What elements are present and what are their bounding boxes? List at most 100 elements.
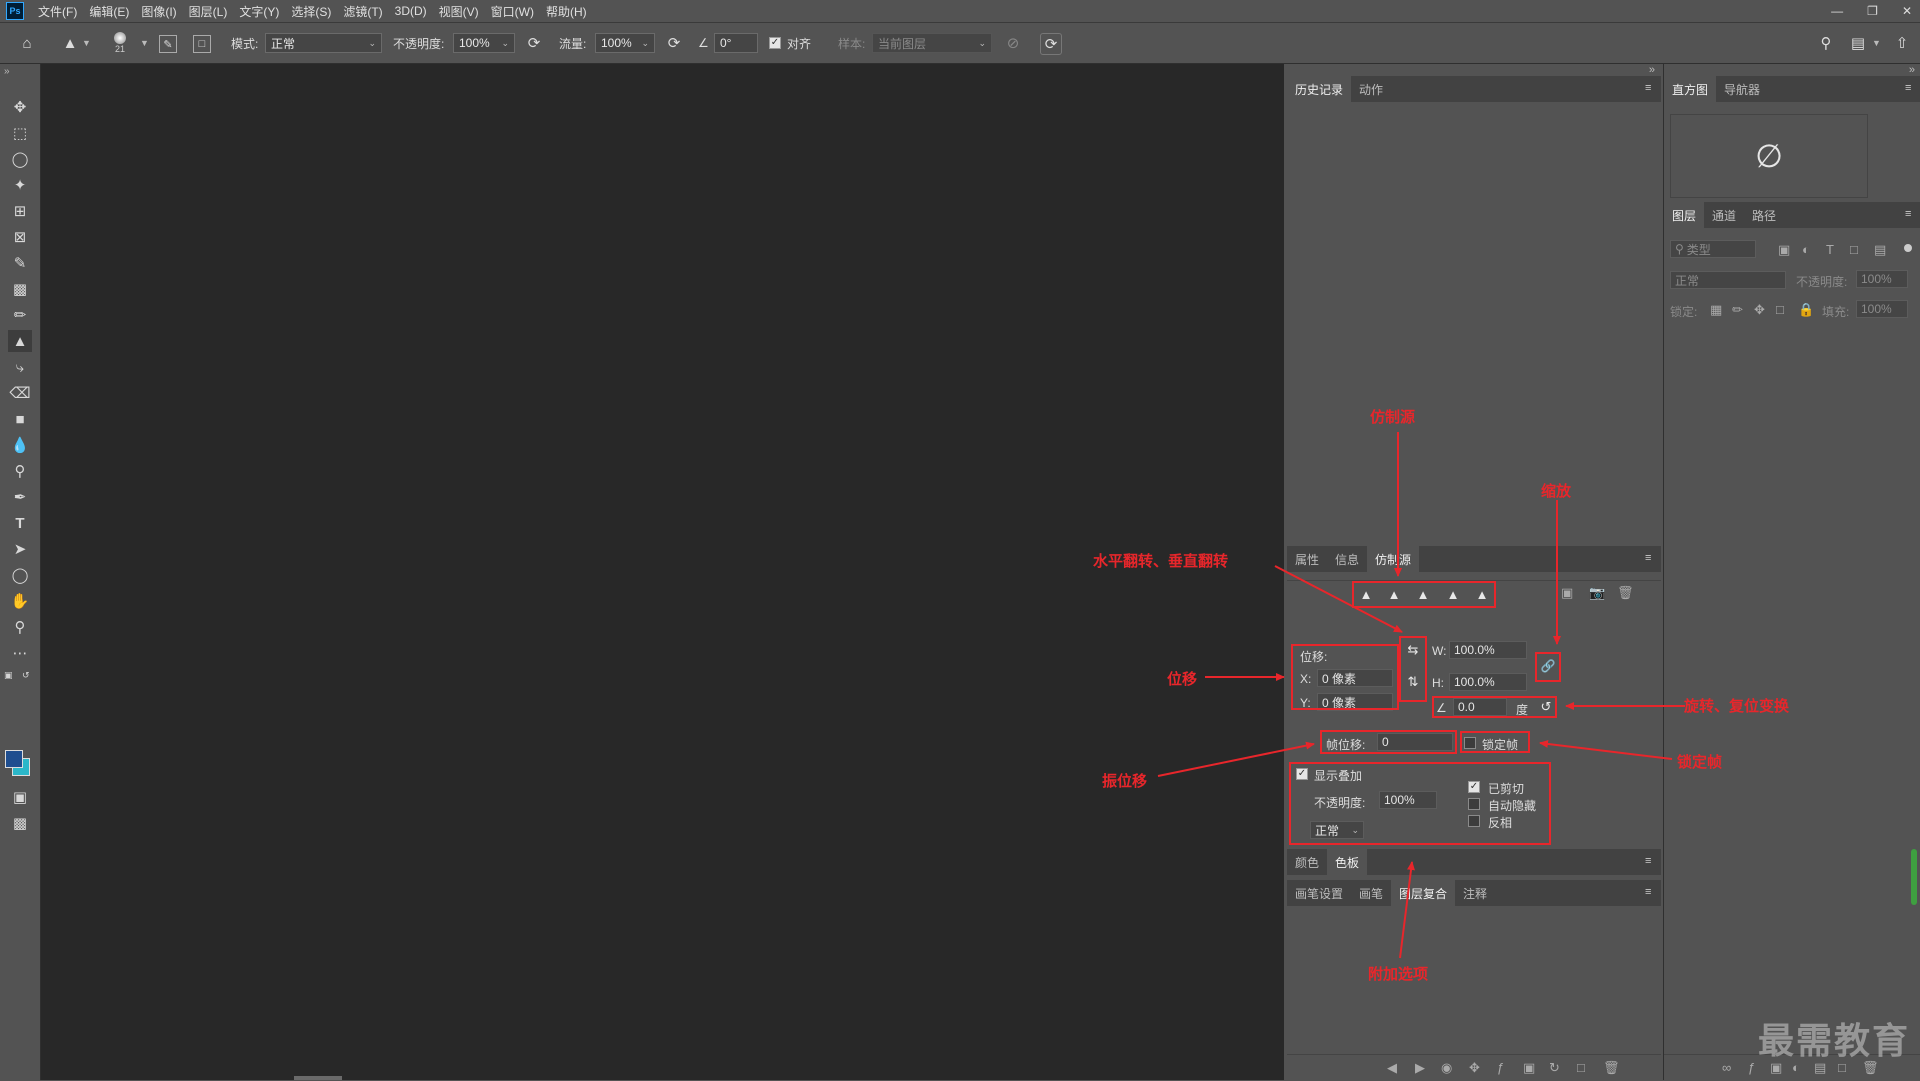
horizontal-scrollbar[interactable] bbox=[294, 1076, 342, 1080]
history-brush-tool-icon[interactable]: ⤷ bbox=[8, 356, 32, 378]
lock-position-icon[interactable]: ✥ bbox=[1754, 302, 1765, 318]
collapse-dock-icon[interactable]: » bbox=[1649, 64, 1655, 76]
height-scale-field[interactable]: 100.0% bbox=[1449, 673, 1527, 691]
panel-menu-icon[interactable]: ≡ bbox=[1645, 83, 1655, 94]
position-icon[interactable]: ✥ bbox=[1469, 1060, 1480, 1076]
ignore-adjustment-layers-icon[interactable]: ⊘ bbox=[1003, 33, 1023, 53]
menu-window[interactable]: 窗口(W) bbox=[485, 3, 540, 20]
foreground-color-swatch[interactable] bbox=[5, 750, 23, 768]
layer-blend-mode-select[interactable]: 正常 bbox=[1670, 271, 1786, 289]
clone-stamp-tool-icon[interactable]: ▲ bbox=[8, 330, 32, 352]
fx-icon[interactable]: ƒ bbox=[1497, 1060, 1504, 1075]
tab-navigator[interactable]: 导航器 bbox=[1716, 76, 1768, 102]
menu-image[interactable]: 图像(I) bbox=[135, 3, 182, 20]
panel-menu-icon[interactable]: ≡ bbox=[1645, 887, 1655, 898]
quick-select-tool-icon[interactable]: ✦ bbox=[8, 174, 32, 196]
clone-stamp-tool-icon[interactable]: ▲ bbox=[60, 33, 80, 53]
update-comp-icon[interactable]: ↻ bbox=[1549, 1060, 1560, 1076]
align-checkbox[interactable]: ✓ bbox=[769, 37, 781, 49]
clone-source-panel-icon[interactable]: □ bbox=[193, 35, 211, 53]
tab-color[interactable]: 颜色 bbox=[1287, 849, 1327, 875]
visibility-icon[interactable]: ◉ bbox=[1441, 1060, 1452, 1076]
panel-menu-icon[interactable]: ≡ bbox=[1905, 209, 1915, 220]
home-icon[interactable]: ⌂ bbox=[17, 33, 37, 53]
minimize-icon[interactable]: — bbox=[1831, 4, 1843, 18]
tab-actions[interactable]: 动作 bbox=[1351, 76, 1391, 102]
previous-comp-icon[interactable]: ◀ bbox=[1387, 1060, 1397, 1076]
dodge-tool-icon[interactable]: ⚲ bbox=[8, 460, 32, 482]
angle-field[interactable]: 0° bbox=[714, 23, 758, 63]
tab-layer-comps[interactable]: 图层复合 bbox=[1391, 880, 1456, 906]
pen-tool-icon[interactable]: ✒ bbox=[8, 486, 32, 508]
trash-icon[interactable]: 🗑 bbox=[1603, 1060, 1620, 1076]
eraser-tool-icon[interactable]: ⌫ bbox=[8, 382, 32, 404]
blur-tool-icon[interactable]: 💧 bbox=[8, 434, 32, 456]
flow-field[interactable]: 100% ⌄ bbox=[595, 23, 655, 63]
healing-brush-tool-icon[interactable]: ▩ bbox=[8, 278, 32, 300]
type-tool-icon[interactable]: T bbox=[8, 512, 32, 534]
tool-preset-caret-icon[interactable]: ▼ bbox=[82, 23, 91, 63]
brush-picker-caret-icon[interactable]: ▼ bbox=[140, 23, 149, 63]
new-document-from-state-icon[interactable]: ▣ bbox=[1561, 585, 1573, 601]
workspace-icon[interactable]: ▤ bbox=[1848, 33, 1868, 53]
menu-select[interactable]: 选择(S) bbox=[285, 3, 337, 20]
tab-info[interactable]: 信息 bbox=[1327, 546, 1367, 572]
pressure-opacity-icon[interactable]: ⟳ bbox=[524, 33, 544, 53]
menu-3d[interactable]: 3D(D) bbox=[389, 4, 433, 18]
airbrush-icon[interactable]: ⟳ bbox=[664, 33, 684, 53]
tab-notes[interactable]: 注释 bbox=[1455, 880, 1495, 906]
lock-artboard-icon[interactable]: □ bbox=[1776, 302, 1784, 317]
swap-colors-icon[interactable]: ↺ bbox=[22, 670, 30, 681]
link-layers-icon[interactable]: ∞ bbox=[1722, 1060, 1731, 1075]
filter-pixel-icon[interactable]: ▣ bbox=[1778, 242, 1790, 258]
width-scale-field[interactable]: 100.0% bbox=[1449, 641, 1527, 659]
ellipse-tool-icon[interactable]: ◯ bbox=[8, 564, 32, 586]
workspace-caret-icon[interactable]: ▼ bbox=[1872, 23, 1881, 63]
search-icon[interactable]: ⚲ bbox=[1816, 33, 1836, 53]
restore-icon[interactable]: ❐ bbox=[1867, 4, 1878, 18]
tab-layers[interactable]: 图层 bbox=[1664, 202, 1705, 228]
collapse-toolbar-icon[interactable]: » bbox=[4, 66, 10, 77]
filter-shape-icon[interactable]: □ bbox=[1850, 242, 1858, 257]
fill-field[interactable]: 100% bbox=[1856, 300, 1908, 318]
snapshot-icon[interactable]: 📷 bbox=[1589, 585, 1605, 601]
quick-mask-icon[interactable]: ▣ bbox=[8, 786, 32, 808]
marquee-tool-icon[interactable]: ⬚ bbox=[8, 122, 32, 144]
filter-smart-object-icon[interactable]: ▤ bbox=[1874, 242, 1886, 258]
hand-tool-icon[interactable]: ✋ bbox=[8, 590, 32, 612]
lock-image-icon[interactable]: ✏ bbox=[1732, 302, 1743, 318]
tab-brush-settings[interactable]: 画笔设置 bbox=[1287, 880, 1351, 906]
panel-menu-icon[interactable]: ≡ bbox=[1645, 553, 1655, 564]
tab-paths[interactable]: 路径 bbox=[1744, 202, 1784, 228]
crop-tool-icon[interactable]: ⊞ bbox=[8, 200, 32, 222]
zoom-tool-icon[interactable]: ⚲ bbox=[8, 616, 32, 638]
fx-icon[interactable]: ƒ bbox=[1748, 1060, 1755, 1075]
next-comp-icon[interactable]: ▶ bbox=[1415, 1060, 1425, 1076]
opacity-field[interactable]: 100% ⌄ bbox=[453, 23, 515, 63]
trash-icon[interactable]: 🗑 bbox=[1617, 585, 1634, 601]
menu-edit[interactable]: 编辑(E) bbox=[83, 3, 135, 20]
sample-select[interactable]: 当前图层 ⌄ bbox=[872, 23, 992, 63]
panel-menu-icon[interactable]: ≡ bbox=[1905, 83, 1915, 94]
layer-filter-select[interactable]: ⚲ 类型 bbox=[1670, 240, 1756, 258]
menu-file[interactable]: 文件(F) bbox=[32, 3, 83, 20]
menu-view[interactable]: 视图(V) bbox=[433, 3, 485, 20]
tab-brushes[interactable]: 画笔 bbox=[1351, 880, 1391, 906]
layer-opacity-field[interactable]: 100% bbox=[1856, 270, 1908, 288]
move-tool-icon[interactable]: ✥ bbox=[8, 96, 32, 118]
menu-help[interactable]: 帮助(H) bbox=[540, 3, 593, 20]
frame-tool-icon[interactable]: ⊠ bbox=[8, 226, 32, 248]
more-tools-icon[interactable]: ⋯ bbox=[8, 642, 32, 664]
side-scroll-indicator[interactable] bbox=[1911, 849, 1917, 905]
menu-layer[interactable]: 图层(L) bbox=[183, 3, 234, 20]
tab-histogram[interactable]: 直方图 bbox=[1664, 76, 1717, 102]
mode-select[interactable]: 正常 ⌄ bbox=[265, 23, 382, 63]
align-toggle[interactable]: ✓ 对齐 bbox=[769, 23, 811, 63]
lock-transparent-icon[interactable]: ▦ bbox=[1710, 302, 1722, 318]
eyedropper-tool-icon[interactable]: ✎ bbox=[8, 252, 32, 274]
menu-filter[interactable]: 滤镜(T) bbox=[337, 3, 388, 20]
tab-swatches[interactable]: 色板 bbox=[1327, 849, 1368, 875]
tab-properties[interactable]: 属性 bbox=[1287, 546, 1327, 572]
close-icon[interactable]: ✕ bbox=[1902, 4, 1912, 18]
tab-clone-source[interactable]: 仿制源 bbox=[1367, 546, 1420, 572]
